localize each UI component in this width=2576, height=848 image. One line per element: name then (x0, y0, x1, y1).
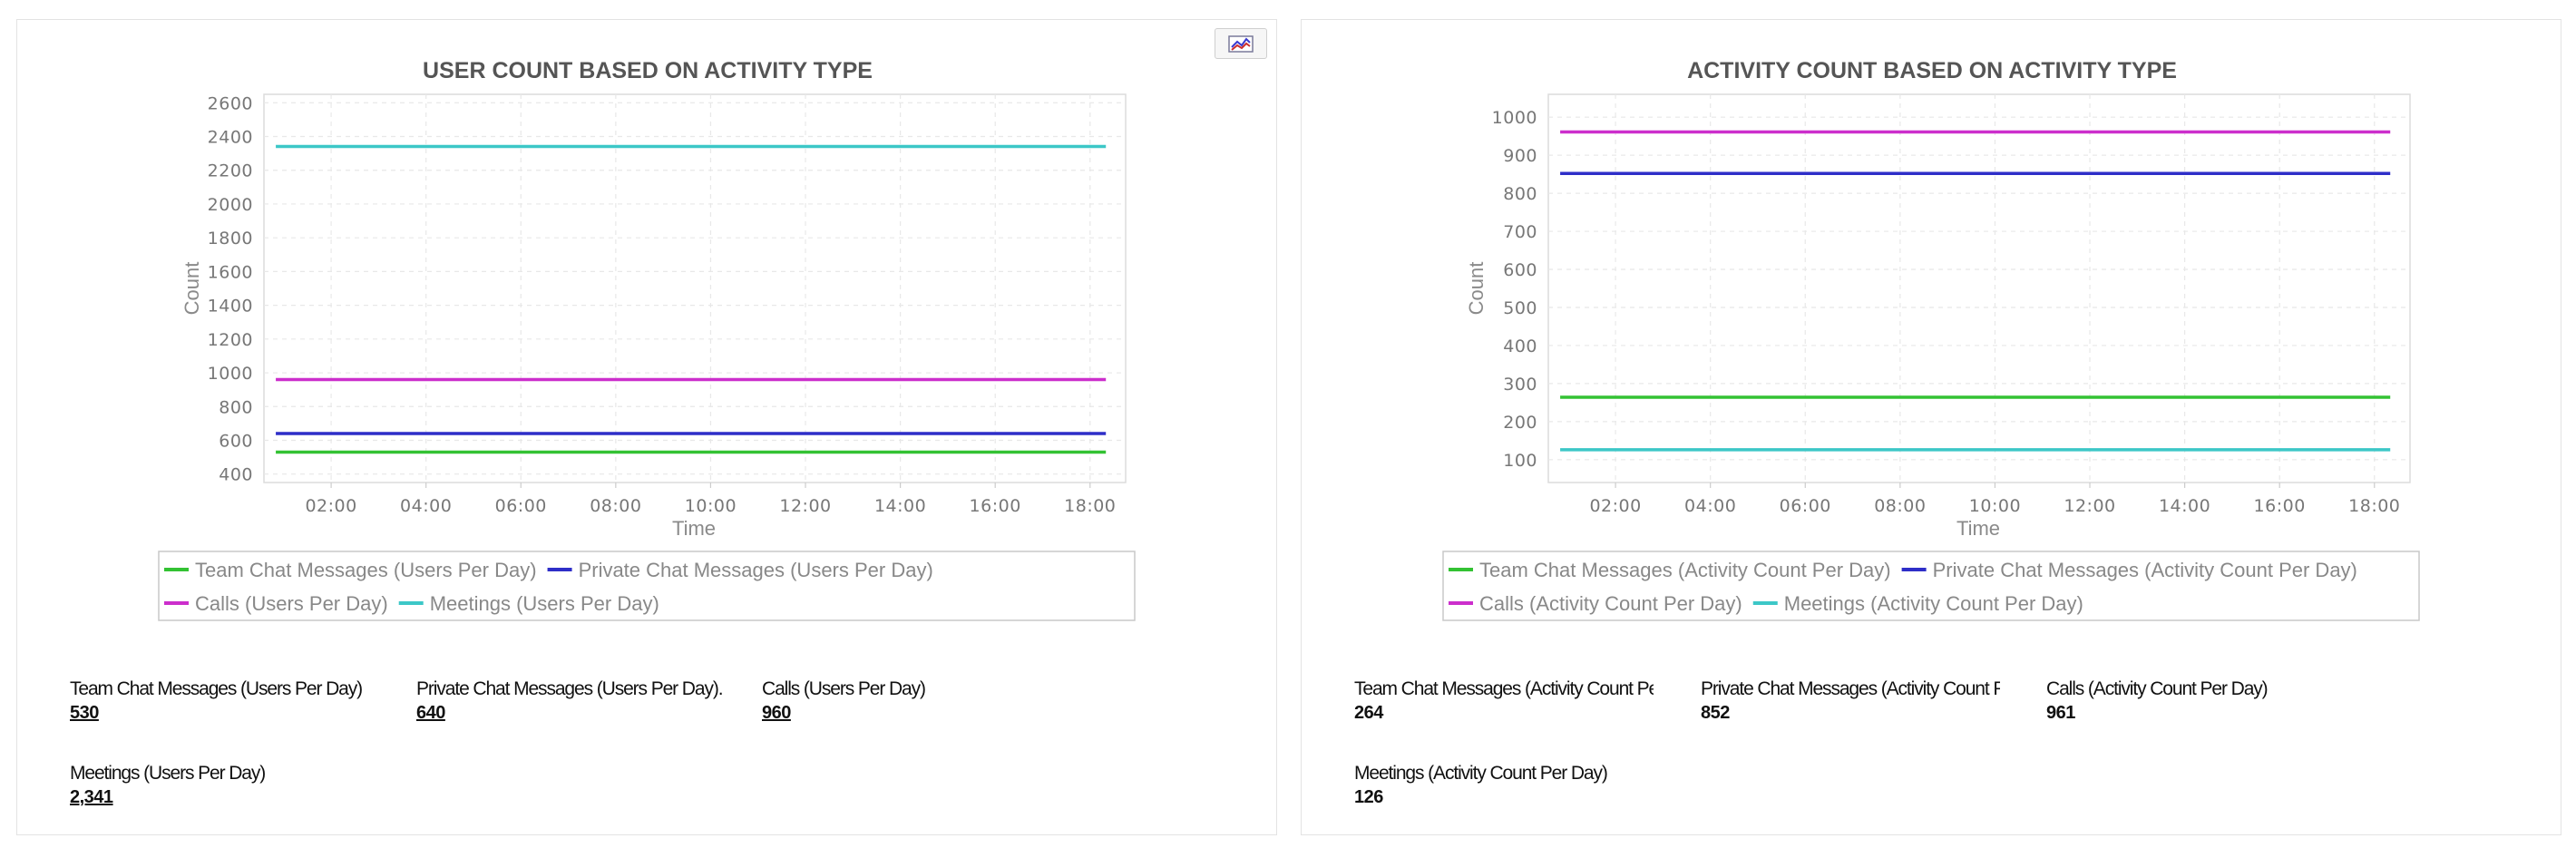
chart-export-button[interactable] (1215, 28, 1267, 59)
x-tick-label: 14:00 (2159, 496, 2210, 516)
y-tick-label: 700 (1503, 222, 1537, 242)
stat-label: Meetings (Users Per Day) (70, 763, 266, 784)
y-tick-label: 1000 (1492, 108, 1537, 128)
stat-value-link[interactable]: 640 (416, 701, 445, 725)
y-tick-label: 800 (219, 397, 253, 417)
x-tick-label: 16:00 (970, 496, 1021, 516)
x-tick-label: 16:00 (2254, 496, 2306, 516)
y-tick-label: 400 (1503, 336, 1537, 356)
y-tick-label: 800 (1503, 184, 1537, 204)
legend-label: Private Chat Messages (Users Per Day) (579, 559, 933, 581)
x-tick-label: 10:00 (685, 496, 737, 516)
y-tick-label: 900 (1503, 146, 1537, 166)
legend-label: Team Chat Messages (Activity Count Per D… (1479, 559, 1891, 581)
x-axis-title: Time (672, 517, 716, 540)
x-axis-title: Time (1956, 517, 2000, 540)
stat-value-link[interactable]: 530 (70, 701, 99, 725)
stat-label: Team Chat Messages (Users Per Day) (70, 678, 363, 699)
stat-value-link[interactable]: 2,341 (70, 785, 113, 809)
y-tick-label: 2000 (208, 195, 253, 215)
stat-label: Calls (Users Per Day) (762, 678, 926, 699)
x-tick-label: 04:00 (400, 496, 452, 516)
x-tick-label: 18:00 (2348, 496, 2400, 516)
y-tick-label: 1400 (208, 297, 253, 317)
y-tick-label: 1600 (208, 262, 253, 282)
y-tick-label: 1800 (208, 229, 253, 249)
stat-value: 961 (2046, 703, 2075, 723)
stat-label: Team Chat Messages (Activity Count Per (1354, 678, 1654, 699)
legend-item[interactable]: Calls (Activity Count Per Day) (1449, 592, 1742, 615)
legend-label: Meetings (Users Per Day) (430, 592, 659, 615)
chart-title: USER COUNT BASED ON ACTIVITY TYPE (423, 58, 873, 83)
stat-value-link[interactable]: 960 (762, 701, 791, 725)
x-tick-label: 08:00 (1874, 496, 1926, 516)
x-tick-label: 06:00 (1780, 496, 1831, 516)
activity-count-panel: ACTIVITY COUNT BASED ON ACTIVITY TYPE 100… (1301, 19, 2561, 835)
y-tick-label: 2200 (208, 161, 253, 181)
stat-calls-users: Calls (Users Per Day) 960 (762, 677, 1088, 725)
x-tick-label: 02:00 (1589, 496, 1641, 516)
legend-label: Team Chat Messages (Users Per Day) (195, 559, 537, 581)
legend-label: Calls (Users Per Day) (195, 592, 388, 615)
plot-area (263, 93, 1127, 483)
x-tick-label: 14:00 (874, 496, 926, 516)
stat-value: 126 (1354, 787, 1383, 807)
x-tick-label: 08:00 (590, 496, 641, 516)
x-tick-label: 02:00 (305, 496, 356, 516)
y-tick-label: 2600 (208, 93, 253, 113)
y-tick-label: 500 (1503, 298, 1537, 318)
y-tick-label: 600 (1503, 260, 1537, 280)
user-count-chart: USER COUNT BASED ON ACTIVITY TYPE 400 600 8… (158, 58, 1136, 621)
activity-count-chart: ACTIVITY COUNT BASED ON ACTIVITY TYPE 100… (1442, 58, 2420, 621)
x-tick-label: 12:00 (779, 496, 831, 516)
x-tick-label: 18:00 (1064, 496, 1116, 516)
legend-item[interactable]: Team Chat Messages (Users Per Day) (164, 559, 537, 581)
y-tick-label: 600 (219, 431, 253, 451)
stat-calls-activity: Calls (Activity Count Per Day) 961 (2046, 677, 2373, 725)
legend-label: Calls (Activity Count Per Day) (1479, 592, 1742, 615)
y-tick-label: 400 (219, 465, 253, 485)
y-tick-label: 1000 (208, 364, 253, 384)
stat-value: 264 (1354, 703, 1383, 723)
chart-export-icon (1228, 35, 1254, 53)
stat-label: Meetings (Activity Count Per Day) (1354, 763, 1608, 784)
legend-item[interactable]: Private Chat Messages (Activity Count Pe… (1901, 559, 2357, 581)
legend-item[interactable]: Meetings (Activity Count Per Day) (1752, 592, 2083, 615)
stat-team-chat-users: Team Chat Messages (Users Per Day) 530 (70, 677, 396, 725)
stat-label: Calls (Activity Count Per Day) (2046, 678, 2269, 699)
legend-item[interactable]: Meetings (Users Per Day) (398, 592, 659, 615)
legend-item[interactable]: Calls (Users Per Day) (164, 592, 388, 615)
x-tick-label: 04:00 (1684, 496, 1736, 516)
x-tick-label: 10:00 (1969, 496, 2021, 516)
plot-area (1547, 93, 2411, 483)
stat-value: 852 (1701, 703, 1730, 723)
user-count-panel: USER COUNT BASED ON ACTIVITY TYPE 400 600 8… (16, 19, 1277, 835)
legend-item[interactable]: Team Chat Messages (Activity Count Per D… (1449, 559, 1891, 581)
legend-item[interactable]: Private Chat Messages (Users Per Day) (547, 559, 933, 581)
y-tick-label: 100 (1503, 451, 1537, 471)
stat-label: Private Chat Messages (Activity Count Pe (1701, 678, 2000, 699)
stat-private-chat-users: Private Chat Messages (Users Per Day). 6… (416, 677, 743, 725)
x-tick-label: 12:00 (2064, 496, 2115, 516)
legend-label: Meetings (Activity Count Per Day) (1784, 592, 2083, 615)
y-tick-label: 2400 (208, 128, 253, 148)
stat-label: Private Chat Messages (Users Per Day). (416, 678, 724, 699)
stat-private-chat-activity: Private Chat Messages (Activity Count Pe… (1701, 677, 2027, 725)
stat-team-chat-activity: Team Chat Messages (Activity Count Per 2… (1354, 677, 1681, 725)
x-tick-label: 06:00 (495, 496, 547, 516)
stat-meetings-users: Meetings (Users Per Day) 2,341 (70, 762, 396, 809)
y-axis-title: Count (1465, 262, 1488, 316)
y-axis-title: Count (181, 262, 203, 316)
y-tick-label: 1200 (208, 330, 253, 350)
stat-meetings-activity: Meetings (Activity Count Per Day) 126 (1354, 762, 1681, 809)
chart-title: ACTIVITY COUNT BASED ON ACTIVITY TYPE (1687, 58, 2177, 83)
y-tick-label: 300 (1503, 375, 1537, 395)
legend-label: Private Chat Messages (Activity Count Pe… (1933, 559, 2357, 581)
y-tick-label: 200 (1503, 413, 1537, 433)
